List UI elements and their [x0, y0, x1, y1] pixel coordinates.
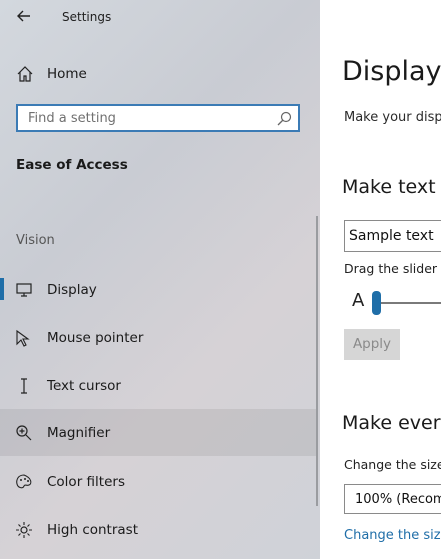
scale-value: 100% (Recomm: [355, 492, 441, 507]
window-title: Settings: [62, 10, 112, 24]
sidebar-item-mouse-pointer[interactable]: Mouse pointer: [0, 314, 316, 361]
color-filters-icon: [14, 472, 34, 492]
text-size-slider[interactable]: [376, 302, 441, 304]
section-title: Ease of Access: [16, 157, 128, 173]
slider-hint: Drag the slider u: [344, 261, 441, 276]
sidebar-item-label: Home: [47, 66, 87, 82]
sidebar-item-label: Mouse pointer: [47, 330, 144, 346]
page-title: Display: [342, 56, 441, 87]
page-subtitle: Make your displ: [344, 110, 441, 125]
sidebar-scrollbar[interactable]: [316, 216, 318, 506]
group-title: Vision: [16, 233, 55, 248]
selection-indicator: [0, 278, 4, 300]
sidebar-item-label: Color filters: [47, 474, 125, 490]
text-bigger-heading: Make text b: [342, 176, 441, 198]
back-arrow-icon[interactable]: [14, 6, 34, 26]
display-settings-pane: Display Make your displ Make text b Samp…: [320, 0, 441, 559]
sidebar-item-label: High contrast: [47, 522, 138, 538]
apply-button[interactable]: Apply: [344, 329, 400, 360]
sidebar-item-label: Text cursor: [47, 378, 121, 394]
search-icon[interactable]: [276, 111, 292, 127]
home-icon: [16, 65, 34, 83]
slider-letter: A: [352, 290, 365, 311]
high-contrast-icon: [14, 520, 34, 540]
text-cursor-icon: [14, 376, 34, 396]
sidebar-item-color-filters[interactable]: Color filters: [0, 458, 316, 505]
monitor-icon: [14, 280, 34, 300]
sidebar-item-text-cursor[interactable]: Text cursor: [0, 362, 316, 409]
sidebar-item-display[interactable]: Display: [0, 266, 316, 313]
settings-sidebar: Settings Home Find a setting Ease of Acc…: [0, 0, 320, 559]
magnifier-icon: [14, 423, 34, 443]
mouse-pointer-icon: [14, 328, 34, 348]
sample-text: Sample text: [349, 228, 434, 244]
slider-thumb[interactable]: [372, 291, 381, 315]
sidebar-item-home[interactable]: Home: [0, 56, 320, 92]
change-size-label: Change the size: [344, 457, 441, 472]
sidebar-item-label: Magnifier: [47, 425, 111, 441]
change-size-link[interactable]: Change the size: [344, 528, 441, 543]
search-input[interactable]: Find a setting: [16, 104, 300, 132]
sample-text-box: Sample text: [344, 220, 441, 252]
search-placeholder: Find a setting: [28, 111, 116, 126]
sidebar-item-label: Display: [47, 282, 97, 298]
sidebar-item-high-contrast[interactable]: High contrast: [0, 506, 316, 553]
scale-select[interactable]: 100% (Recomm: [344, 484, 441, 514]
everything-bigger-heading: Make every: [342, 412, 441, 434]
sidebar-item-magnifier[interactable]: Magnifier: [0, 409, 316, 456]
